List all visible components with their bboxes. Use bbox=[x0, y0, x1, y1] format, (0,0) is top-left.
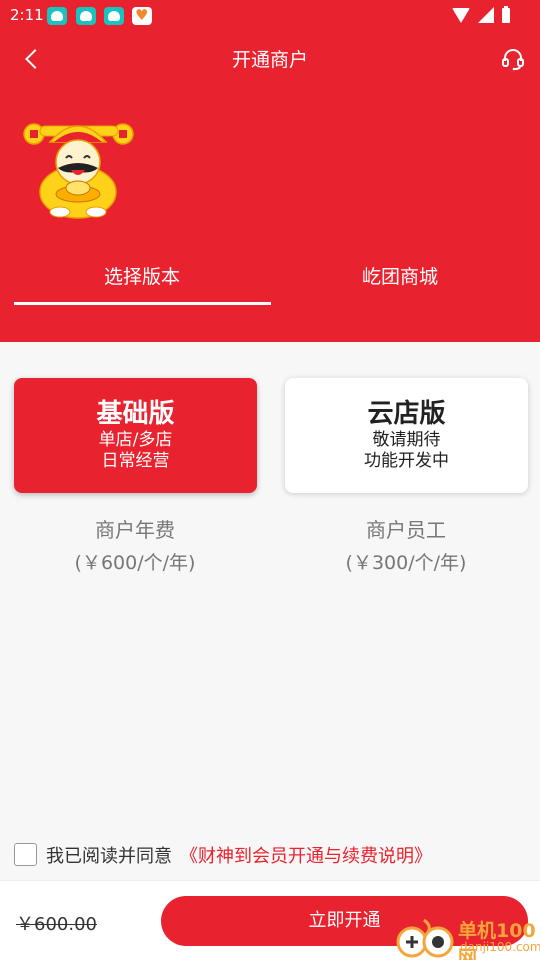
original-price: ￥600.00 bbox=[16, 914, 97, 935]
agreement-text: 我已阅读并同意 bbox=[46, 846, 172, 867]
tab-yituan-mall[interactable]: 屹团商城 bbox=[265, 262, 535, 289]
page-title: 开通商户 bbox=[231, 49, 308, 71]
card-subtitle: 单店/多店 bbox=[98, 430, 173, 450]
merchant-annual-fee-price: (￥600/个/年) bbox=[74, 552, 196, 574]
app-notification-icon bbox=[76, 7, 96, 25]
card-subtitle: 日常经营 bbox=[101, 451, 170, 471]
status-bar: 2:11 bbox=[0, 0, 540, 32]
card-title: 云店版 bbox=[367, 399, 446, 429]
status-time: 2:11 bbox=[10, 6, 44, 24]
battery-icon bbox=[502, 5, 510, 23]
merchant-annual-fee-label: 商户年费 bbox=[95, 518, 175, 542]
watermark-logo-icon bbox=[396, 918, 454, 958]
card-title: 基础版 bbox=[96, 399, 175, 429]
agreement-link[interactable]: 《财神到会员开通与续费说明》 bbox=[180, 842, 432, 868]
merchant-staff-label: 商户员工 bbox=[366, 518, 446, 542]
tab-choose-version[interactable]: 选择版本 bbox=[7, 262, 277, 289]
app-notification-icon bbox=[104, 7, 124, 25]
god-of-wealth-mascot bbox=[20, 112, 138, 220]
merchant-staff-price: (￥300/个/年) bbox=[345, 552, 467, 574]
system-icons bbox=[452, 5, 510, 23]
active-tab-indicator bbox=[14, 302, 271, 305]
card-subtitle: 敬请期待 bbox=[372, 430, 441, 450]
card-subtitle: 功能开发中 bbox=[364, 451, 449, 471]
agreement-checkbox[interactable] bbox=[14, 843, 37, 866]
app-notification-icon bbox=[47, 7, 67, 25]
signal-icon bbox=[478, 7, 494, 23]
watermark-url: danji100.com bbox=[460, 940, 540, 954]
site-watermark: 单机100网 danji100.com bbox=[390, 912, 540, 960]
cloud-version-card[interactable]: 云店版 敬请期待 功能开发中 bbox=[285, 378, 528, 493]
heart-app-notification-icon bbox=[132, 6, 152, 25]
headset-icon[interactable] bbox=[500, 46, 526, 72]
wifi-icon bbox=[452, 7, 470, 23]
basic-version-card[interactable]: 基础版 单店/多店 日常经营 bbox=[14, 378, 257, 493]
